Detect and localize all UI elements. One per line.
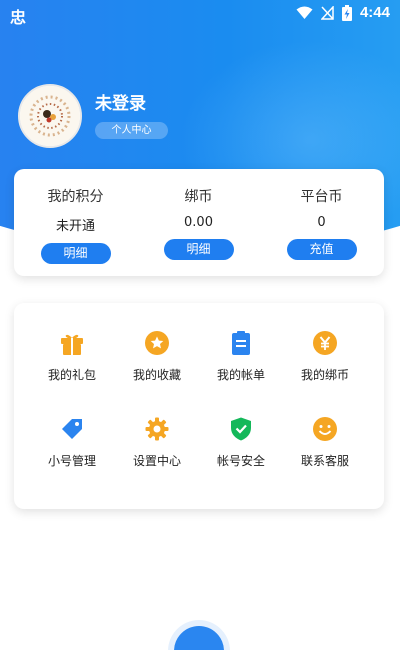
menu-label-my-bill: 我的帐单 <box>216 368 265 382</box>
menu-item-customer-service[interactable]: 联系客服 <box>283 416 367 469</box>
points-column-bound-coin: 绑币 0.00 明细 <box>137 169 260 260</box>
points-column-platform-coin: 平台币 0 充值 <box>260 169 383 260</box>
menu-item-my-favorites[interactable]: 我的收藏 <box>115 330 199 383</box>
bound-coin-detail-button[interactable]: 明细 <box>163 239 234 260</box>
username-label[interactable]: 未登录 <box>95 89 146 114</box>
bill-icon <box>232 331 250 355</box>
score-value: 未开通 <box>55 219 95 234</box>
yuan-coin-icon <box>313 331 337 355</box>
gift-icon <box>61 334 83 355</box>
status-icons: 4:44 <box>296 4 390 21</box>
avatar[interactable] <box>18 84 82 148</box>
menu-label-customer-service: 联系客服 <box>300 454 349 468</box>
menu-label-my-gift: 我的礼包 <box>47 368 96 382</box>
menu-label-my-bound-coin: 我的绑币 <box>300 368 349 382</box>
menu-label-account-security: 帐号安全 <box>216 454 265 468</box>
star-icon <box>145 331 169 355</box>
personal-center-button[interactable]: 个人中心 <box>95 122 168 139</box>
shield-icon <box>231 417 251 441</box>
menu-item-my-bound-coin[interactable]: 我的绑币 <box>283 330 367 383</box>
platform-coin-label: 平台币 <box>300 189 343 205</box>
bottom-floating-button[interactable] <box>174 626 224 650</box>
menu-label-settings: 设置中心 <box>132 454 181 468</box>
score-label: 我的积分 <box>47 189 104 205</box>
menu-item-my-bill[interactable]: 我的帐单 <box>199 330 283 383</box>
menu-label-my-favorites: 我的收藏 <box>132 368 181 382</box>
menu-item-account-security[interactable]: 帐号安全 <box>199 416 283 469</box>
battery-charging-icon <box>341 4 352 21</box>
smile-icon <box>313 417 337 441</box>
bound-coin-label: 绑币 <box>184 189 213 205</box>
bound-coin-value: 0.00 <box>184 215 213 230</box>
menu-card: 我的礼包 我的收藏 我的帐单 我的绑币 小号管理 设置中心 帐号安全 联系客服 <box>14 303 384 509</box>
avatar-image <box>20 86 80 146</box>
status-bar: 忠 4:44 <box>0 0 400 27</box>
points-column-score: 我的积分 未开通 明细 <box>14 169 137 264</box>
menu-item-settings[interactable]: 设置中心 <box>115 416 199 469</box>
recharge-button[interactable]: 充值 <box>286 239 357 260</box>
menu-item-my-gift[interactable]: 我的礼包 <box>30 330 114 383</box>
wifi-icon <box>296 6 313 19</box>
points-card: 我的积分 未开通 明细 绑币 0.00 明细 平台币 0 充值 <box>14 169 384 276</box>
menu-label-alt-account: 小号管理 <box>47 454 96 468</box>
menu-item-alt-account[interactable]: 小号管理 <box>30 416 114 469</box>
no-signal-icon <box>320 5 334 20</box>
gear-icon <box>145 417 169 441</box>
user-center-screen: 忠 4:44 未登录 个人中心 我的积分 未开通 明细 绑币 0.00 明细 平… <box>0 0 400 650</box>
status-time: 4:44 <box>359 4 390 21</box>
score-detail-button[interactable]: 明细 <box>40 243 111 264</box>
tag-icon <box>62 419 82 439</box>
app-notification-icon: 忠 <box>10 8 27 27</box>
platform-coin-value: 0 <box>317 215 326 230</box>
